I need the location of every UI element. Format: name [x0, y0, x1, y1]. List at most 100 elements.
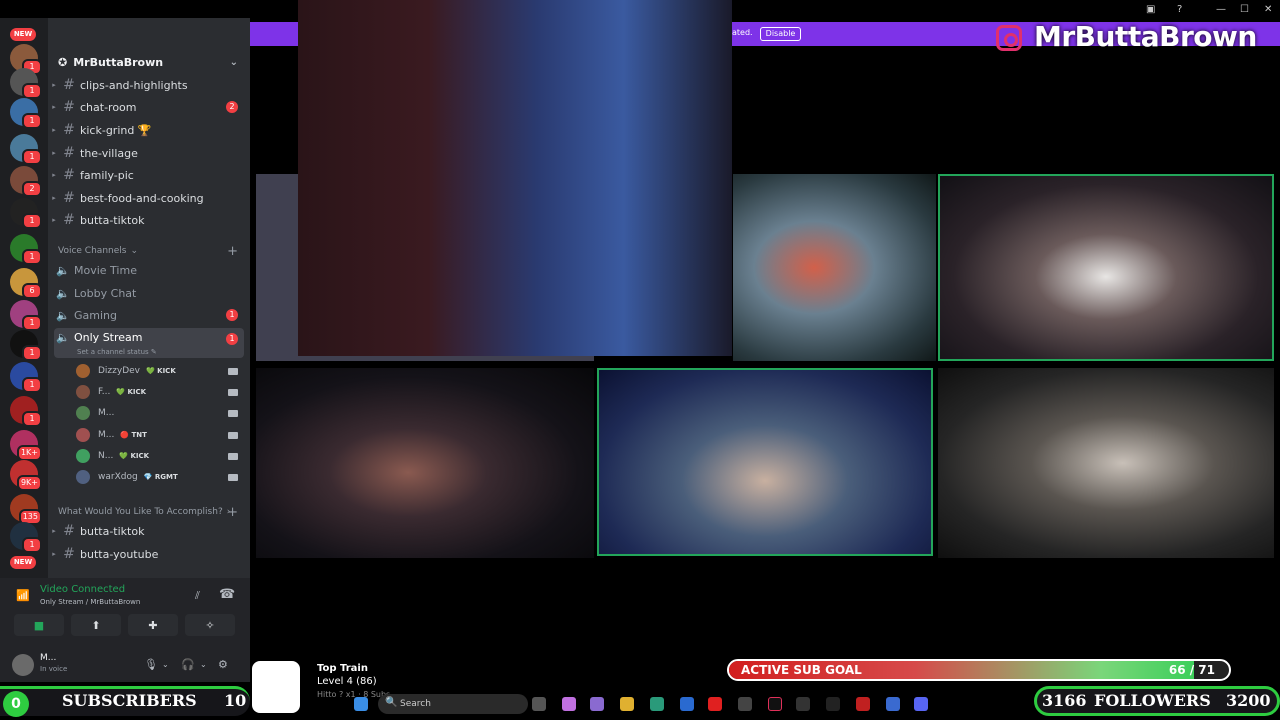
user-name: M... — [40, 653, 57, 663]
channel-butta-tiktok[interactable]: ▸ # butta-tiktok — [48, 209, 250, 231]
minimize-icon[interactable]: — — [1216, 4, 1226, 15]
channel-label: family-pic — [80, 168, 134, 182]
settings-gear-icon[interactable]: ⚙ — [218, 658, 228, 671]
camera-icon: ■ — [33, 618, 45, 632]
server-badge: 1 — [22, 213, 42, 229]
hash-icon: # — [63, 523, 75, 539]
server-icon-13[interactable]: 1K+ — [10, 430, 42, 461]
channel-best-food-and-cooking[interactable]: ▸ # best-food-and-cooking — [48, 187, 250, 209]
task-view-icon[interactable] — [532, 697, 546, 711]
game-icon[interactable] — [826, 697, 840, 711]
voice-user[interactable]: N... 💚 KICK — [76, 446, 246, 466]
edge-icon[interactable] — [650, 697, 664, 711]
activities-button[interactable]: ✚ — [128, 614, 178, 636]
train-icon — [252, 661, 300, 713]
followers-label: FOLLOWERS — [1094, 691, 1211, 710]
add-channel-icon[interactable]: + — [227, 505, 238, 520]
store-icon[interactable] — [680, 697, 694, 711]
hash-icon: # — [63, 546, 75, 562]
server-icon-10[interactable]: 1 — [10, 330, 42, 361]
voice-user[interactable]: DizzyDev 💚 KICK — [76, 361, 246, 381]
server-icon-14[interactable]: 9K+ — [10, 460, 42, 491]
video-tile-left-bottom[interactable] — [256, 368, 594, 558]
voice-channels-category[interactable]: Voice Channels ⌄ + — [48, 243, 250, 259]
hash-icon: # — [63, 122, 75, 138]
avatar[interactable] — [12, 654, 34, 676]
subscribers-count: 0 — [3, 691, 29, 717]
voice-channel-movie-time[interactable]: 🔈 Movie Time — [48, 259, 250, 281]
channel-kick-grind[interactable]: ▸ # kick-grind 🏆 — [48, 119, 250, 141]
file-explorer-icon[interactable] — [620, 697, 634, 711]
channel-label: Gaming — [74, 308, 117, 322]
channel-label: chat-room — [80, 100, 137, 114]
server-icon-12[interactable]: 1 — [10, 396, 42, 427]
close-icon[interactable]: ✕ — [1264, 4, 1272, 15]
avatar — [76, 470, 90, 484]
server-icon-16[interactable]: 1 — [10, 522, 42, 553]
voice-user[interactable]: M... 🔴 TNT — [76, 425, 246, 445]
headphones-icon[interactable]: 🎧 — [181, 658, 195, 671]
channel-label: Lobby Chat — [74, 286, 137, 300]
channel-butta-youtube[interactable]: ▸ # butta-youtube — [48, 543, 250, 565]
discord-icon[interactable] — [914, 697, 928, 711]
avatar — [76, 406, 90, 420]
inbox-icon[interactable]: ▣ — [1146, 4, 1155, 15]
channel-status[interactable]: Set a channel status ✎ — [77, 348, 157, 356]
camera-button[interactable]: ■ — [14, 614, 64, 636]
tiktok-icon[interactable] — [768, 697, 782, 711]
server-icon-2[interactable]: 1 — [10, 68, 42, 99]
soundboard-button[interactable]: ✧ — [185, 614, 235, 636]
chevron-down-icon[interactable]: ⌄ — [200, 660, 207, 669]
taskbar-search[interactable]: Search — [378, 694, 528, 714]
server-icon-6[interactable]: 1 — [10, 198, 42, 229]
microphone-icon[interactable]: 🎙 — [144, 658, 158, 671]
expand-arrow-icon: ▸ — [52, 126, 56, 134]
user-status: In voice — [40, 665, 68, 673]
terminal-icon[interactable] — [738, 697, 752, 711]
search-icon: 🔍 — [385, 697, 398, 708]
accomplish-category[interactable]: What Would You Like To Accomplish? › + — [48, 504, 250, 520]
chevron-down-icon[interactable]: ⌄ — [162, 660, 169, 669]
youtube-icon[interactable] — [708, 697, 722, 711]
disable-button[interactable]: Disable — [760, 27, 801, 41]
voice-user[interactable]: warXdog 💎 RGMT — [76, 467, 246, 487]
server-icon-5[interactable]: 2 — [10, 166, 42, 197]
copilot-icon[interactable] — [562, 697, 576, 711]
movie-video[interactable] — [298, 0, 732, 356]
channel-chat-room[interactable]: ▸ # chat-room 2 — [48, 96, 250, 118]
voice-channel-gaming[interactable]: 🔈 Gaming 1 — [48, 304, 250, 326]
voice-connected-subtitle[interactable]: Only Stream / MrButtaBrown — [40, 598, 140, 606]
screen: ▣ ? — ☐ ✕ ated. Disable NEW 111121161111… — [0, 0, 1280, 720]
obs-icon[interactable] — [796, 697, 810, 711]
channel-family-pic[interactable]: ▸ # family-pic — [48, 164, 250, 186]
camera-on-icon — [228, 431, 238, 439]
screen-share-button[interactable]: ⬆ — [71, 614, 121, 636]
voice-channel-lobby-chat[interactable]: 🔈 Lobby Chat — [48, 282, 250, 304]
app-icon[interactable] — [856, 697, 870, 711]
windows-start-icon[interactable] — [354, 697, 368, 711]
video-tile-right-top[interactable] — [938, 174, 1274, 361]
browser-icon[interactable] — [886, 697, 900, 711]
server-icon-9[interactable]: 1 — [10, 300, 42, 331]
server-icon-3[interactable]: 1 — [10, 98, 42, 129]
maximize-icon[interactable]: ☐ — [1240, 4, 1249, 15]
voice-user[interactable]: F... 💚 KICK — [76, 382, 246, 402]
help-icon[interactable]: ? — [1177, 4, 1182, 15]
video-tile-center-top[interactable] — [733, 174, 936, 361]
server-header[interactable]: ✪ MrButtaBrown ⌄ — [48, 50, 250, 74]
server-icon-11[interactable]: 1 — [10, 362, 42, 393]
video-tile-right-bottom[interactable] — [938, 368, 1274, 558]
server-icon-8[interactable]: 6 — [10, 268, 42, 299]
add-channel-icon[interactable]: + — [227, 244, 238, 259]
teams-icon[interactable] — [590, 697, 604, 711]
channel-clips-and-highlights[interactable]: ▸ # clips-and-highlights — [48, 74, 250, 96]
server-icon-4[interactable]: 1 — [10, 134, 42, 165]
server-icon-7[interactable]: 1 — [10, 234, 42, 265]
channel-the-village[interactable]: ▸ # the-village — [48, 142, 250, 164]
subscribers-goal: 10 — [224, 691, 247, 710]
server-icon-15[interactable]: 135 — [10, 494, 42, 525]
disconnect-icon[interactable]: ☎ — [219, 587, 235, 602]
channel-butta-tiktok-2[interactable]: ▸ # butta-tiktok — [48, 520, 250, 542]
voice-user[interactable]: M... — [76, 403, 246, 423]
noise-suppression-icon[interactable]: ⫽ — [195, 589, 200, 603]
